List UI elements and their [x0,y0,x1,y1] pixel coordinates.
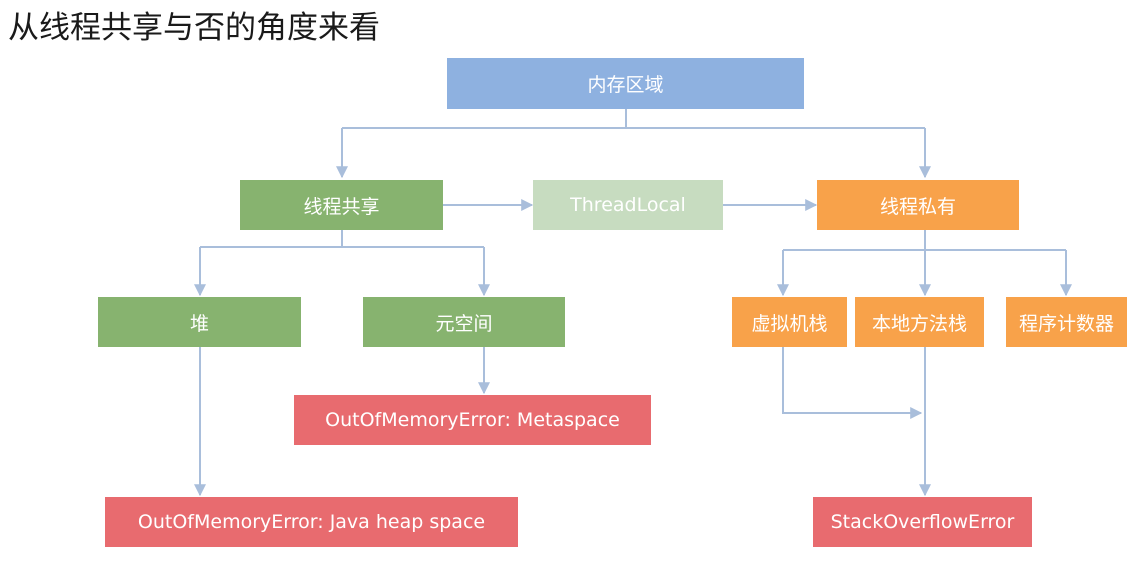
node-native-method-stack: 本地方法栈 [855,297,984,347]
node-memory-area: 内存区域 [447,58,804,109]
node-oom-metaspace: OutOfMemoryError: Metaspace [294,395,651,445]
node-vm-stack: 虚拟机栈 [732,297,847,347]
node-oom-heap: OutOfMemoryError: Java heap space [105,497,518,547]
node-metaspace: 元空间 [363,297,565,347]
node-heap: 堆 [98,297,301,347]
node-thread-shared: 线程共享 [240,180,443,230]
node-stack-overflow: StackOverflowError [813,497,1032,547]
node-thread-private: 线程私有 [817,180,1019,230]
connector-vmstack-down [782,347,923,419]
node-program-counter: 程序计数器 [1006,297,1127,347]
node-thread-local: ThreadLocal [533,180,723,230]
